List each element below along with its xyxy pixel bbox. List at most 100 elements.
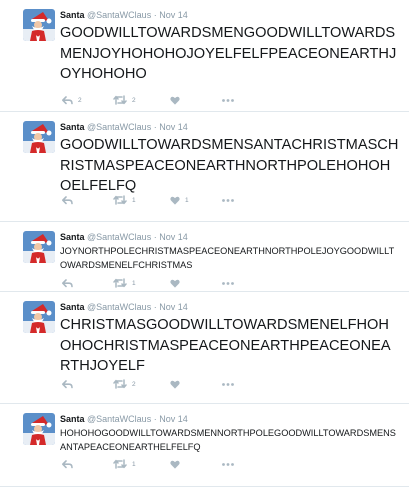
more-button[interactable]: [222, 458, 234, 470]
tweet[interactable]: Santa @SantaWClaus · Nov 14 GOODWILLTOWA…: [0, 0, 409, 112]
tweet-header: Santa @SantaWClaus · Nov 14: [60, 121, 399, 133]
like-button[interactable]: [170, 378, 185, 390]
retweet-icon: [113, 459, 127, 469]
separator: ·: [153, 302, 157, 312]
more-dots-icon: [222, 98, 234, 102]
reply-icon: [62, 95, 73, 104]
tweet-content: Santa @SantaWClaus · Nov 14 GOODWILLTOWA…: [60, 9, 399, 85]
like-count: 1: [185, 196, 189, 204]
tweet-header: Santa @SantaWClaus · Nov 14: [60, 413, 399, 425]
tweet-actions: 1: [62, 277, 262, 289]
tweet-actions: 2: [62, 378, 262, 390]
tweet-content: Santa @SantaWClaus · Nov 14 JOYNORTHPOLE…: [60, 231, 399, 272]
tweet-actions: 2 2: [62, 94, 262, 106]
retweet-icon: [113, 278, 127, 288]
more-dots-icon: [222, 382, 234, 386]
retweet-icon: [113, 195, 127, 205]
heart-icon: [170, 380, 180, 389]
avatar[interactable]: [23, 301, 55, 333]
heart-icon: [170, 96, 180, 105]
tweet-text: HOHOHOGOODWILLTOWARDSMENNORTHPOLEGOODWIL…: [60, 428, 396, 452]
reply-button[interactable]: [62, 194, 78, 206]
tweet[interactable]: Santa @SantaWClaus · Nov 14 GOODWILLTOWA…: [0, 112, 409, 222]
avatar[interactable]: [23, 121, 55, 153]
separator: ·: [153, 232, 157, 242]
author-name[interactable]: Santa: [60, 232, 85, 242]
tweet[interactable]: Santa @SantaWClaus · Nov 14 HOHOHOGOODWI…: [0, 404, 409, 487]
tweet-text: GOODWILLTOWARDSMENSANTACHRISTMASCHRISTMA…: [60, 137, 399, 194]
author-name[interactable]: Santa: [60, 122, 85, 132]
retweet-button[interactable]: 1: [113, 277, 136, 289]
reply-icon: [62, 459, 73, 468]
more-button[interactable]: [222, 94, 234, 106]
retweet-count: 2: [132, 96, 136, 104]
author-handle[interactable]: @SantaWClaus: [87, 302, 151, 312]
tweet-date[interactable]: Nov 14: [159, 302, 188, 312]
separator: ·: [153, 414, 157, 424]
tweet-content: Santa @SantaWClaus · Nov 14 CHRISTMASGOO…: [60, 301, 399, 377]
author-handle[interactable]: @SantaWClaus: [87, 122, 151, 132]
santa-avatar-image: [23, 231, 55, 263]
tweet-actions: 1 1: [62, 194, 262, 206]
reply-count: 2: [78, 96, 82, 104]
avatar[interactable]: [23, 413, 55, 445]
like-button[interactable]: 1: [170, 194, 189, 206]
separator: ·: [153, 122, 157, 132]
retweet-count: 1: [132, 279, 136, 287]
tweet-header: Santa @SantaWClaus · Nov 14: [60, 301, 399, 313]
reply-icon: [62, 195, 73, 204]
retweet-button[interactable]: 2: [113, 94, 136, 106]
tweet-text: CHRISTMASGOODWILLTOWARDSMENELFHOHOHOCHRI…: [60, 317, 391, 374]
more-button[interactable]: [222, 194, 234, 206]
tweet-date[interactable]: Nov 14: [159, 10, 188, 20]
author-name[interactable]: Santa: [60, 414, 85, 424]
like-button[interactable]: [170, 458, 185, 470]
santa-avatar-image: [23, 9, 55, 41]
santa-avatar-image: [23, 413, 55, 445]
reply-button[interactable]: [62, 458, 78, 470]
heart-icon: [170, 196, 180, 205]
author-handle[interactable]: @SantaWClaus: [87, 414, 151, 424]
heart-icon: [170, 460, 180, 469]
more-dots-icon: [222, 281, 234, 285]
retweet-button[interactable]: 2: [113, 378, 136, 390]
reply-button[interactable]: [62, 378, 78, 390]
like-button[interactable]: [170, 94, 185, 106]
tweet-content: Santa @SantaWClaus · Nov 14 GOODWILLTOWA…: [60, 121, 399, 197]
retweet-icon: [113, 95, 127, 105]
tweet-text: GOODWILLTOWARDSMENGOODWILLTOWARDSMENJOYH…: [60, 25, 397, 82]
timeline: Santa @SantaWClaus · Nov 14 GOODWILLTOWA…: [0, 0, 409, 487]
more-button[interactable]: [222, 277, 234, 289]
avatar[interactable]: [23, 231, 55, 263]
author-handle[interactable]: @SantaWClaus: [87, 10, 151, 20]
reply-icon: [62, 278, 73, 287]
tweet-date[interactable]: Nov 14: [159, 122, 188, 132]
tweet-text: JOYNORTHPOLECHRISTMASPEACEONEARTHNORTHPO…: [60, 246, 395, 270]
tweet-date[interactable]: Nov 14: [159, 414, 188, 424]
author-name[interactable]: Santa: [60, 302, 85, 312]
retweet-icon: [113, 379, 127, 389]
reply-button[interactable]: 2: [62, 94, 82, 106]
like-button[interactable]: [170, 277, 185, 289]
heart-icon: [170, 279, 180, 288]
tweet-date[interactable]: Nov 14: [159, 232, 188, 242]
more-dots-icon: [222, 198, 234, 202]
tweet-content: Santa @SantaWClaus · Nov 14 HOHOHOGOODWI…: [60, 413, 399, 454]
retweet-count: 1: [132, 196, 136, 204]
tweet[interactable]: Santa @SantaWClaus · Nov 14 JOYNORTHPOLE…: [0, 222, 409, 292]
tweet-actions: 1: [62, 458, 262, 470]
more-dots-icon: [222, 462, 234, 466]
tweet-header: Santa @SantaWClaus · Nov 14: [60, 9, 399, 21]
retweet-count: 2: [132, 380, 136, 388]
tweet[interactable]: Santa @SantaWClaus · Nov 14 CHRISTMASGOO…: [0, 292, 409, 404]
retweet-button[interactable]: 1: [113, 458, 136, 470]
reply-icon: [62, 379, 73, 388]
retweet-button[interactable]: 1: [113, 194, 136, 206]
santa-avatar-image: [23, 121, 55, 153]
santa-avatar-image: [23, 301, 55, 333]
reply-button[interactable]: [62, 277, 78, 289]
author-handle[interactable]: @SantaWClaus: [87, 232, 151, 242]
avatar[interactable]: [23, 9, 55, 41]
more-button[interactable]: [222, 378, 234, 390]
author-name[interactable]: Santa: [60, 10, 85, 20]
